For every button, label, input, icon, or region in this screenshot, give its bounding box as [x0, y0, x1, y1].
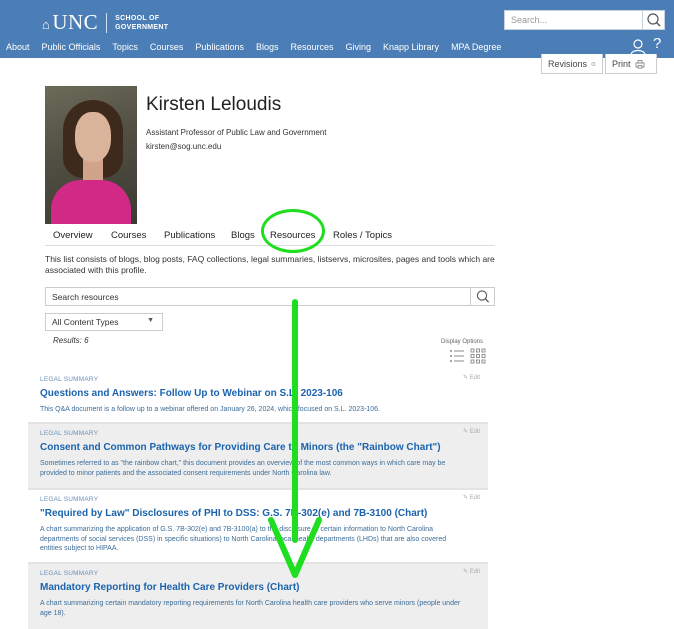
content-type-selected: All Content Types — [52, 317, 119, 327]
results-count: Results: 6 — [53, 336, 89, 345]
resource-kind: LEGAL SUMMARY — [40, 376, 99, 383]
logo-divider — [106, 12, 108, 33]
profile-title: Assistant Professor of Public Law and Go… — [146, 128, 327, 137]
resource-description: Sometimes referred to as "the rainbow ch… — [40, 460, 446, 477]
tab-blogs[interactable]: Blogs — [231, 230, 255, 241]
tab-roles-topics[interactable]: Roles / Topics — [333, 230, 392, 241]
resource-title-link[interactable]: "Required by Law" Disclosures of PHI to … — [40, 508, 488, 519]
tab-courses[interactable]: Courses — [111, 230, 146, 241]
grid-view-icon[interactable] — [470, 348, 486, 364]
nav-knapp-library[interactable]: Knapp Library — [383, 38, 439, 56]
logo-subtitle: SCHOOL OF GOVERNMENT — [115, 14, 169, 31]
help-icon[interactable]: ? — [653, 35, 661, 52]
chevron-down-icon: ▼ — [147, 317, 154, 324]
list-item[interactable]: LEGAL SUMMARY Mandatory Reporting for He… — [28, 562, 488, 629]
nav-about[interactable]: About — [6, 38, 30, 56]
site-search-placeholder: Search... — [511, 15, 548, 25]
site-header: ⌂UNC SCHOOL OF GOVERNMENT Search... About… — [0, 0, 674, 58]
resource-kind: LEGAL SUMMARY — [40, 430, 99, 437]
print-label: Print — [612, 58, 631, 69]
nav-mpa-degree[interactable]: MPA Degree — [451, 38, 501, 56]
resources-search-input[interactable]: Search resources — [45, 287, 495, 306]
nav-courses[interactable]: Courses — [150, 38, 184, 56]
nav-topics[interactable]: Topics — [112, 38, 138, 56]
main-nav: About Public Officials Topics Courses Pu… — [0, 38, 501, 56]
logo-wordmark: ⌂UNC — [42, 10, 99, 34]
edit-link[interactable]: ✎ Edit — [463, 494, 480, 501]
resource-description: A chart summarizing the application of G… — [40, 526, 447, 552]
list-item[interactable]: LEGAL SUMMARY Consent and Common Pathway… — [28, 422, 488, 488]
resource-kind: LEGAL SUMMARY — [40, 496, 99, 503]
site-search-button[interactable] — [642, 11, 664, 29]
resource-list: LEGAL SUMMARY Questions and Answers: Fol… — [28, 370, 488, 629]
edit-link[interactable]: ✎ Edit — [463, 428, 480, 435]
resource-title-link[interactable]: Questions and Answers: Follow Up to Webi… — [40, 388, 488, 399]
resource-kind: LEGAL SUMMARY — [40, 570, 99, 577]
nav-public-officials[interactable]: Public Officials — [42, 38, 101, 56]
profile-email[interactable]: kirsten@sog.unc.edu — [146, 142, 221, 151]
annotation-circle — [261, 209, 325, 253]
resource-title-link[interactable]: Mandatory Reporting for Health Care Prov… — [40, 582, 488, 593]
resource-title-link[interactable]: Consent and Common Pathways for Providin… — [40, 442, 488, 453]
profile-name: Kirsten Leloudis — [146, 94, 282, 115]
edit-link[interactable]: ✎ Edit — [463, 568, 480, 575]
content-type-select[interactable]: All Content Types ▼ — [45, 313, 163, 331]
nav-publications[interactable]: Publications — [195, 38, 244, 56]
nav-blogs[interactable]: Blogs — [256, 38, 279, 56]
revisions-label: Revisions — [548, 58, 588, 69]
resource-description: This Q&A document is a follow up to a we… — [40, 406, 380, 413]
print-button[interactable]: Print — [605, 54, 657, 74]
search-icon — [476, 290, 490, 303]
profile-photo — [45, 86, 137, 224]
search-icon — [647, 13, 661, 27]
resources-search-button[interactable] — [470, 288, 494, 305]
display-options-label: Display Options — [441, 339, 484, 345]
list-item[interactable]: LEGAL SUMMARY Questions and Answers: Fol… — [28, 370, 488, 422]
site-search-input[interactable]: Search... — [504, 10, 665, 30]
list-item[interactable]: LEGAL SUMMARY "Required by Law" Disclosu… — [28, 488, 488, 562]
nav-resources[interactable]: Resources — [290, 38, 333, 56]
tab-publications[interactable]: Publications — [164, 230, 215, 241]
old-well-icon: ⌂ — [42, 17, 51, 32]
resources-search-placeholder: Search resources — [52, 292, 119, 302]
printer-icon — [635, 59, 644, 68]
unc-sog-logo[interactable]: ⌂UNC SCHOOL OF GOVERNMENT — [42, 10, 168, 35]
revisions-button[interactable]: Revisions — [541, 54, 603, 74]
list-view-icon[interactable] — [449, 348, 465, 364]
nav-giving[interactable]: Giving — [346, 38, 372, 56]
resources-intro-text: This list consists of blogs, blog posts,… — [45, 254, 495, 275]
edit-link[interactable]: ✎ Edit — [463, 374, 480, 381]
resource-description: A chart summarizing certain mandatory re… — [40, 600, 461, 617]
revisions-icon — [591, 61, 596, 66]
tab-overview[interactable]: Overview — [53, 230, 93, 241]
